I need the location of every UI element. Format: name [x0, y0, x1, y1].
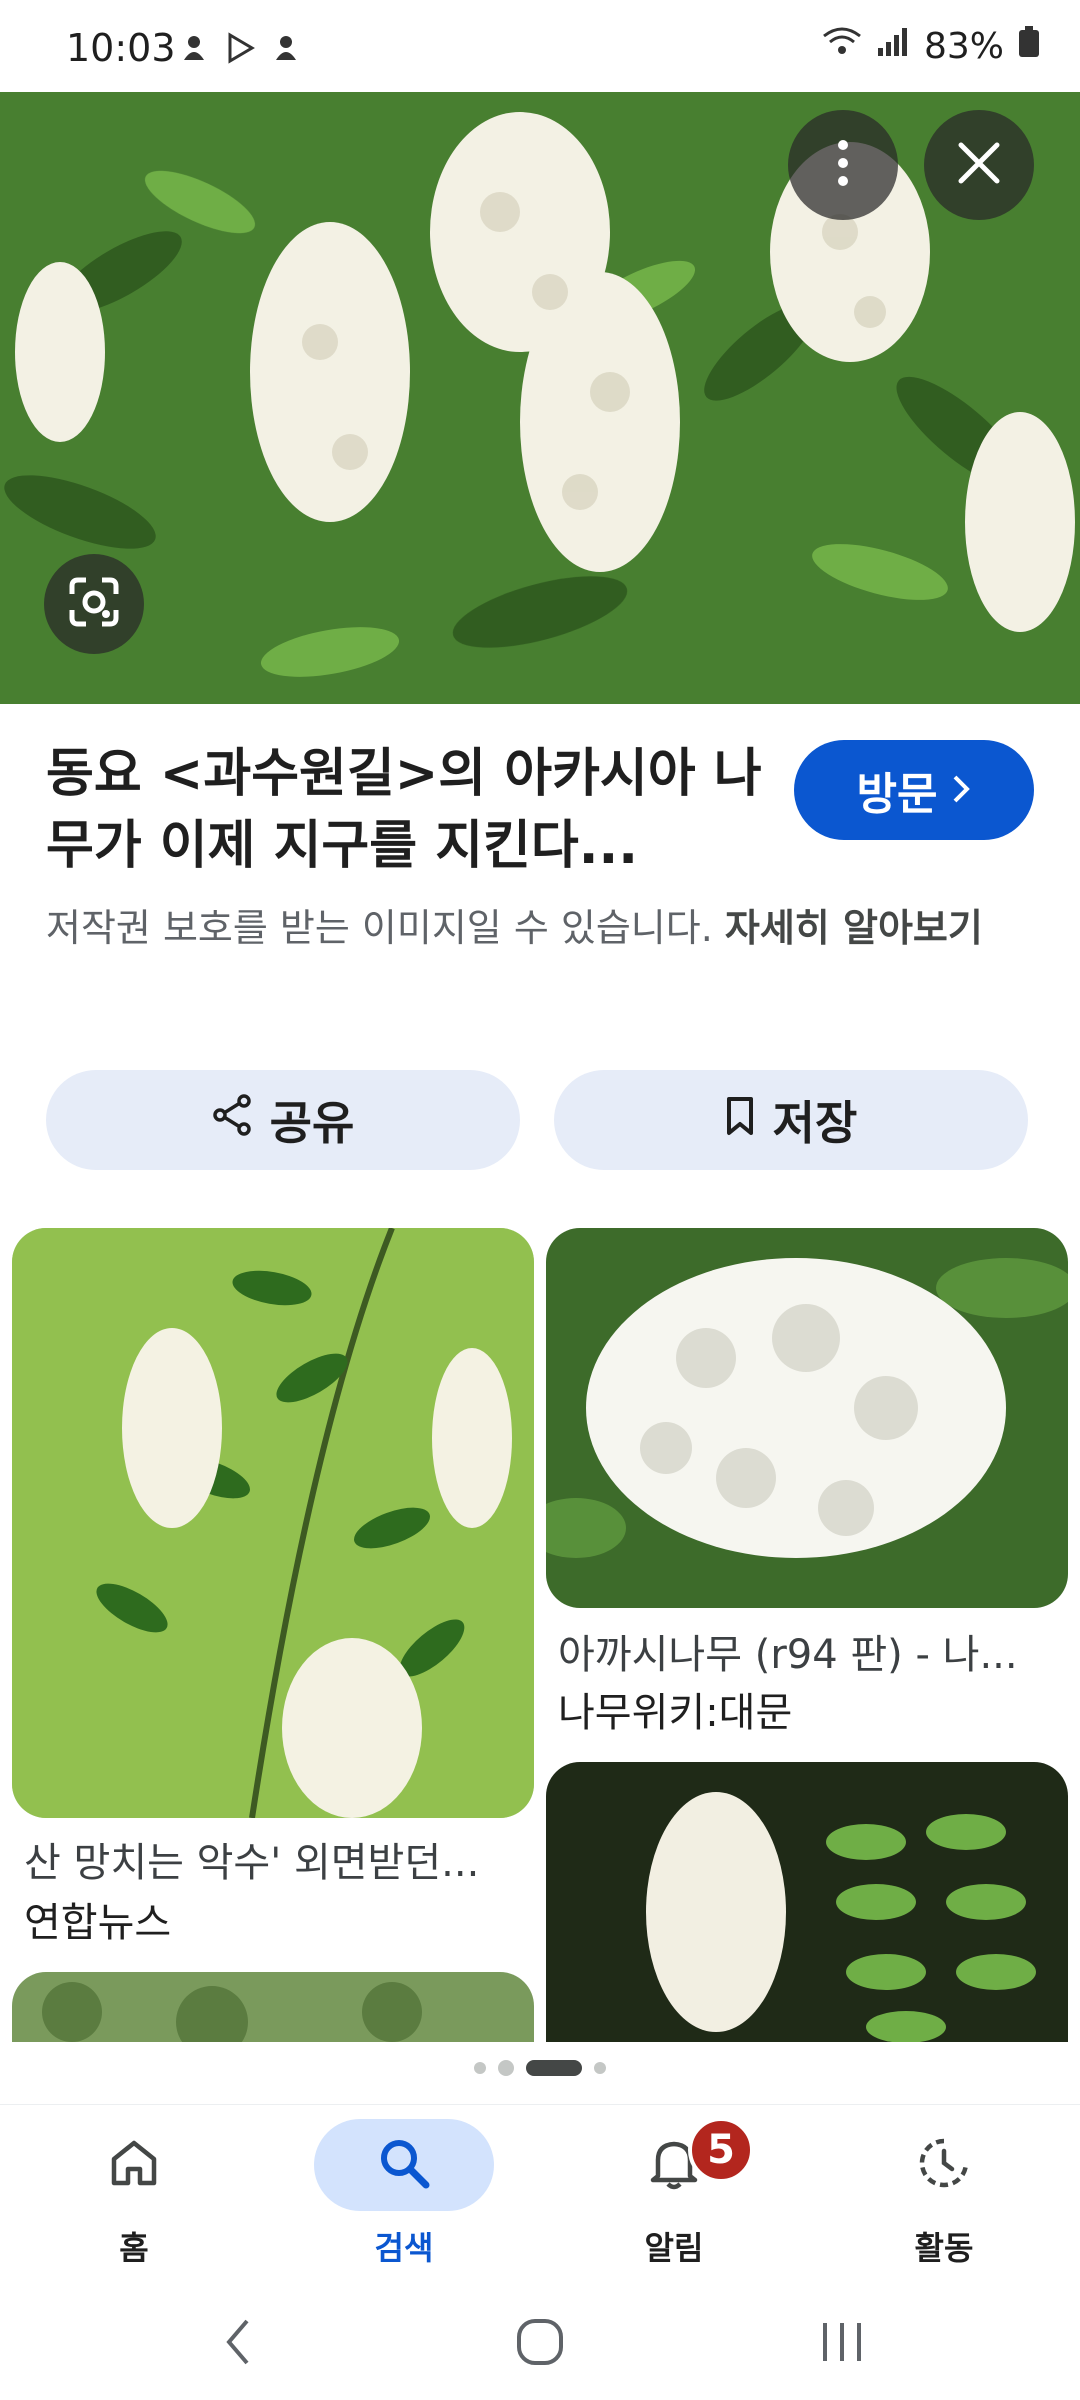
google-lens-icon	[68, 576, 120, 632]
nav-home[interactable]: 홈	[34, 2119, 234, 2279]
status-bar: 10:03 83%	[0, 0, 1080, 92]
status-time: 10:03	[66, 26, 176, 70]
activity-icon	[916, 2135, 972, 2195]
status-right: 83%	[822, 26, 1040, 67]
learn-more-link[interactable]: 자세히 알아보기	[725, 906, 983, 950]
copyright-notice: 저작권 보호를 받는 이미지일 수 있습니다. 자세히 알아보기	[46, 898, 1046, 958]
battery-text: 83%	[923, 26, 1004, 67]
acacia-flowers-image	[0, 92, 1080, 704]
visit-label: 방문	[856, 769, 938, 820]
nav-search-label: 검색	[374, 2229, 434, 2267]
save-label: 저장	[772, 1096, 858, 1150]
more-vertical-icon	[835, 139, 851, 191]
related-image-4[interactable]	[12, 1972, 534, 2042]
search-icon	[376, 2135, 432, 2195]
close-icon	[957, 141, 1001, 189]
related-title-2[interactable]: 아까시나무 (r94 판) - 나...	[558, 1622, 1018, 1680]
nav-search[interactable]: 검색	[304, 2119, 504, 2279]
related-source-2: 나무위키:대문	[558, 1690, 793, 1736]
google-lens-button[interactable]	[44, 554, 144, 654]
nav-notifications-label: 알림	[644, 2229, 704, 2267]
copyright-text: 저작권 보호를 받는 이미지일 수 있습니다.	[46, 906, 713, 950]
notification-badge: 5	[688, 2117, 754, 2183]
wifi-icon	[822, 26, 862, 67]
back-button[interactable]	[198, 2314, 278, 2374]
play-store-icon	[224, 32, 256, 64]
system-navigation-bar	[0, 2284, 1080, 2400]
related-source-1: 연합뉴스	[24, 1900, 172, 1946]
chevron-right-icon	[951, 765, 971, 816]
hero-image[interactable]	[0, 92, 1080, 704]
page-dot	[594, 2062, 606, 2074]
bookmark-icon	[725, 1093, 755, 1147]
nav-activity[interactable]: 활동	[844, 2119, 1044, 2279]
white-acacia-flowers-image	[546, 1228, 1068, 1608]
home-circle-icon	[515, 2317, 565, 2371]
recents-button[interactable]	[802, 2314, 882, 2374]
acacia-branch-image	[12, 1228, 534, 1818]
signal-icon	[876, 26, 910, 67]
acacia-leaves-image	[546, 1762, 1068, 2042]
nav-notifications[interactable]: 5 알림	[574, 2117, 774, 2279]
visit-button[interactable]: 방문	[794, 740, 1034, 840]
page-dot	[474, 2062, 486, 2074]
close-button[interactable]	[924, 110, 1034, 220]
battery-icon	[1018, 26, 1040, 67]
share-icon	[212, 1093, 252, 1147]
nav-activity-label: 활동	[914, 2229, 974, 2267]
related-image-2[interactable]	[546, 1228, 1068, 1608]
result-title[interactable]: 동요 <과수원길>의 아카시아 나무가 이제 지구를 지킨다...	[46, 738, 766, 882]
recents-icon	[819, 2319, 865, 2369]
nav-home-label: 홈	[119, 2229, 149, 2267]
notification-icon	[178, 32, 210, 64]
page-dot-active	[526, 2060, 582, 2076]
share-label: 공유	[269, 1096, 355, 1150]
related-image-3[interactable]	[546, 1762, 1068, 2042]
related-title-1[interactable]: 산 망치는 악수' 외면받던...	[24, 1830, 479, 1888]
bottom-navigation: 홈 검색 5 알림 활동	[0, 2104, 1080, 2284]
status-notification-icons	[178, 32, 302, 64]
more-options-button[interactable]	[788, 110, 898, 220]
share-button[interactable]: 공유	[46, 1070, 520, 1170]
related-image-1[interactable]	[12, 1228, 534, 1818]
save-button[interactable]: 저장	[554, 1070, 1028, 1170]
page-dot	[498, 2060, 514, 2076]
notification-icon	[270, 32, 302, 64]
home-system-button[interactable]	[500, 2314, 580, 2374]
home-icon	[108, 2137, 160, 2193]
back-icon	[223, 2317, 253, 2371]
page-indicator	[0, 2060, 1080, 2076]
tree-image	[12, 1972, 534, 2042]
